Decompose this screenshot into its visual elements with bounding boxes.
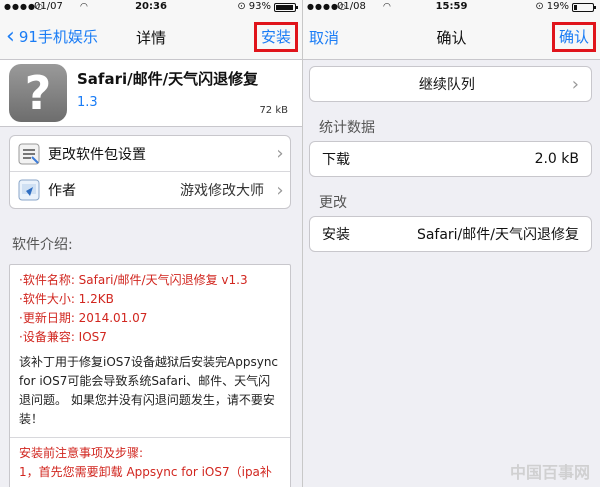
continue-queue-button[interactable]: 继续队列 › <box>309 66 592 102</box>
chevron-right-icon: › <box>276 143 284 164</box>
chevron-right-icon: › <box>571 73 579 95</box>
steps-title: 安装前注意事项及步骤: <box>19 446 144 460</box>
nav-bar: ‹ 91手机娱乐 详情 安装 <box>0 14 302 60</box>
menu-group: 更改软件包设置 › 作者 游戏修改大师 › <box>9 135 291 209</box>
battery-icon <box>274 2 298 12</box>
install-value: Safari/邮件/天气闪退修复 <box>416 227 579 243</box>
download-row: 下载 2.0 kB <box>309 141 592 177</box>
question-mark-icon: ? <box>9 64 67 122</box>
detail-screen: ●●●●○ 01/07 ◠ 20:36 ⊙ 93% ‹ 91手机娱乐 详情 安装… <box>0 0 302 487</box>
install-label: 安装 <box>322 227 350 243</box>
info-name: ·软件名称: Safari/邮件/天气闪退修复 v1.3 <box>19 273 248 287</box>
status-bar: ●●●●○ 01/07 ◠ 20:36 ⊙ 93% <box>0 0 302 14</box>
status-bar: ●●●●○ 01/08 ◠ 15:59 ⊙ 19% <box>303 0 600 14</box>
battery-icon <box>572 2 596 12</box>
settings-list-icon <box>18 143 40 165</box>
watermark-logo: 中国百事网 <box>509 463 590 482</box>
changes-title: 更改 <box>319 195 347 211</box>
steps-first: 1，首先您需要卸载 Appsync for iOS7（ipa补 <box>19 465 272 479</box>
info-size: ·软件大小: 1.2KB <box>19 292 114 306</box>
app-size: 72 kB <box>259 105 288 116</box>
nav-bar: 取消 确认 确认 <box>303 14 600 60</box>
lock-rotation-icon: ⊙ <box>535 1 544 12</box>
install-row: 安装 Safari/邮件/天气闪退修复 <box>309 216 592 252</box>
battery-percent: 93% <box>248 1 271 12</box>
section-title: 软件介绍: <box>12 237 73 253</box>
confirm-button[interactable]: 确认 <box>551 22 596 52</box>
info-date: ·更新日期: 2014.01.07 <box>19 311 148 325</box>
chevron-right-icon: › <box>276 179 284 201</box>
author-cell[interactable]: 作者 游戏修改大师 › <box>10 172 290 208</box>
app-name: Safari/邮件/天气闪退修复 <box>77 70 259 88</box>
download-label: 下载 <box>322 152 350 168</box>
confirm-screen: ●●●●○ 01/08 ◠ 15:59 ⊙ 19% 取消 确认 确认 继续队列 … <box>303 0 600 487</box>
info-compat: ·设备兼容: IOS7 <box>19 330 107 344</box>
download-value: 2.0 kB <box>534 151 579 167</box>
author-value: 游戏修改大师 <box>180 183 264 199</box>
package-settings-cell[interactable]: 更改软件包设置 › <box>10 136 290 172</box>
author-label: 作者 <box>48 183 76 199</box>
description-box: ·软件名称: Safari/邮件/天气闪退修复 v1.3 ·软件大小: 1.2K… <box>9 264 291 487</box>
lock-rotation-icon: ⊙ <box>237 1 246 12</box>
app-version: 1.3 <box>77 95 98 110</box>
author-icon <box>18 179 40 201</box>
app-header: ? Safari/邮件/天气闪退修复 1.3 72 kB <box>0 60 302 127</box>
continue-queue-label: 继续队列 <box>418 77 475 93</box>
package-settings-label: 更改软件包设置 <box>48 146 146 163</box>
divider <box>10 437 290 438</box>
battery-percent: 19% <box>546 1 569 12</box>
install-button[interactable]: 安装 <box>253 22 298 52</box>
stats-title: 统计数据 <box>319 120 375 136</box>
description-text: 该补丁用于修复iOS7设备越狱后安装完Appsync for iOS7可能会导致… <box>19 355 279 426</box>
